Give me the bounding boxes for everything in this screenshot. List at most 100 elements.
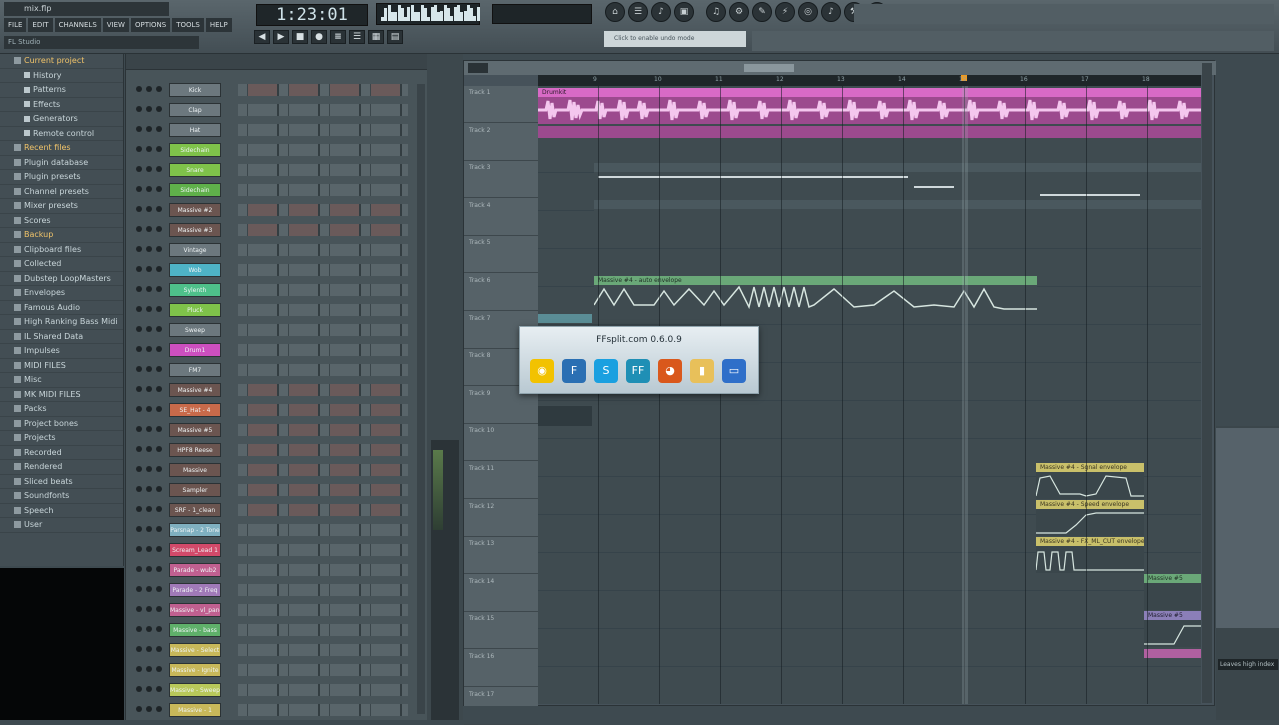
channel-mute-leds[interactable] (136, 166, 162, 172)
browser-item[interactable]: MK MIDI FILES (0, 388, 123, 402)
channel-name-button[interactable]: Massive #5 (169, 423, 221, 437)
channel-row[interactable]: Massive #2 (126, 200, 426, 220)
led-icon[interactable] (156, 706, 162, 712)
step-buttons[interactable] (238, 364, 408, 376)
channel-row[interactable]: Vintage (126, 240, 426, 260)
led-icon[interactable] (156, 666, 162, 672)
transport-button[interactable]: ▤ (387, 30, 403, 44)
browser-item[interactable]: Speech (0, 504, 123, 518)
song-position-display[interactable]: 1:23:01 (256, 4, 368, 26)
channel-mute-leds[interactable] (136, 266, 162, 272)
channel-row[interactable]: Wob (126, 260, 426, 280)
channel-name-button[interactable]: SRF - 1_clean (169, 503, 221, 517)
browser-item[interactable]: User (0, 518, 123, 533)
led-icon[interactable] (156, 166, 162, 172)
menu-item-view[interactable]: VIEW (102, 18, 129, 32)
led-icon[interactable] (136, 646, 142, 652)
channel-mute-leds[interactable] (136, 246, 162, 252)
browser-item[interactable]: Rendered (0, 460, 123, 475)
led-icon[interactable] (146, 86, 152, 92)
led-icon[interactable] (156, 286, 162, 292)
transport-button[interactable]: ▶ (273, 30, 289, 44)
led-icon[interactable] (156, 126, 162, 132)
channel-row[interactable]: Clap (126, 100, 426, 120)
step-buttons[interactable] (238, 344, 408, 356)
led-icon[interactable] (156, 566, 162, 572)
led-icon[interactable] (156, 406, 162, 412)
browser-item[interactable]: Dubstep LoopMasters (0, 272, 123, 286)
clip-audio-track2[interactable] (538, 126, 1201, 138)
led-icon[interactable] (136, 386, 142, 392)
led-icon[interactable] (136, 126, 142, 132)
step-buttons[interactable] (238, 624, 408, 636)
led-icon[interactable] (156, 246, 162, 252)
clip-pattern-26[interactable]: Pattern 26 (1144, 163, 1201, 199)
led-icon[interactable] (136, 406, 142, 412)
browser-item[interactable]: Soundfonts (0, 489, 123, 504)
browser-item[interactable]: Effects (0, 98, 123, 112)
clip-pattern-20[interactable]: Pattern 20 (1036, 163, 1144, 199)
led-icon[interactable] (136, 306, 142, 312)
clip-pattern-1[interactable]: Pattern 1 (838, 200, 960, 236)
channel-mute-leds[interactable] (136, 646, 162, 652)
channel-mute-leds[interactable] (136, 546, 162, 552)
channel-mute-leds[interactable] (136, 126, 162, 132)
led-icon[interactable] (146, 346, 152, 352)
channel-mute-leds[interactable] (136, 186, 162, 192)
menu-item-options[interactable]: OPTIONS (130, 18, 171, 32)
channel-mute-leds[interactable] (136, 326, 162, 332)
channel-name-button[interactable]: Parade - wub2 (169, 563, 221, 577)
window-button[interactable]: ♪ (651, 2, 671, 22)
step-buttons[interactable] (238, 144, 408, 156)
clip-massive5-track14[interactable]: Massive #5 (1144, 574, 1201, 610)
browser-item[interactable]: Impulses (0, 344, 123, 359)
window-button[interactable]: ♫ (706, 2, 726, 22)
skype-icon[interactable]: S (594, 359, 618, 383)
step-buttons[interactable] (238, 544, 408, 556)
led-icon[interactable] (146, 546, 152, 552)
track-label[interactable]: Track 2 (464, 124, 538, 161)
channel-mute-leds[interactable] (136, 586, 162, 592)
channel-row[interactable]: Scream_Lead 1 (126, 540, 426, 560)
led-icon[interactable] (156, 366, 162, 372)
clip-pattern-6[interactable]: Pattern 6 (914, 163, 1036, 199)
channel-row[interactable]: Parade - wub2 (126, 560, 426, 580)
step-buttons[interactable] (238, 84, 408, 96)
fl-studio-icon[interactable]: F (562, 359, 586, 383)
folder-icon[interactable]: ▮ (690, 359, 714, 383)
channel-row[interactable]: Massive - vl_pano (126, 600, 426, 620)
channel-row[interactable]: Massive - Select (126, 640, 426, 660)
channel-name-button[interactable]: Sampler (169, 483, 221, 497)
led-icon[interactable] (146, 326, 152, 332)
clip-massive5-track15[interactable]: Massive #5 (1144, 611, 1201, 647)
led-icon[interactable] (136, 146, 142, 152)
step-buttons[interactable] (238, 304, 408, 316)
led-icon[interactable] (156, 646, 162, 652)
led-icon[interactable] (146, 626, 152, 632)
channel-name-button[interactable]: Scream_Lead 1 (169, 543, 221, 557)
window-button[interactable]: ⌂ (605, 2, 625, 22)
led-icon[interactable] (146, 406, 152, 412)
led-icon[interactable] (136, 226, 142, 232)
led-icon[interactable] (146, 526, 152, 532)
step-buttons[interactable] (238, 264, 408, 276)
transport-button[interactable]: ◀ (254, 30, 270, 44)
led-icon[interactable] (136, 666, 142, 672)
menu-item-edit[interactable]: EDIT (28, 18, 53, 32)
led-icon[interactable] (156, 426, 162, 432)
step-buttons[interactable] (238, 484, 408, 496)
browser-item[interactable]: MIDI FILES (0, 359, 123, 373)
browser-item[interactable]: Collected (0, 257, 123, 272)
led-icon[interactable] (136, 546, 142, 552)
channel-mute-leds[interactable] (136, 346, 162, 352)
step-buttons[interactable] (238, 244, 408, 256)
playlist-vertical-scroll[interactable] (1202, 63, 1212, 703)
step-buttons[interactable] (238, 444, 408, 456)
led-icon[interactable] (136, 526, 142, 532)
channel-mute-leds[interactable] (136, 146, 162, 152)
led-icon[interactable] (136, 86, 142, 92)
led-icon[interactable] (136, 326, 142, 332)
led-icon[interactable] (146, 146, 152, 152)
window-button[interactable]: ▣ (674, 2, 694, 22)
led-icon[interactable] (156, 546, 162, 552)
